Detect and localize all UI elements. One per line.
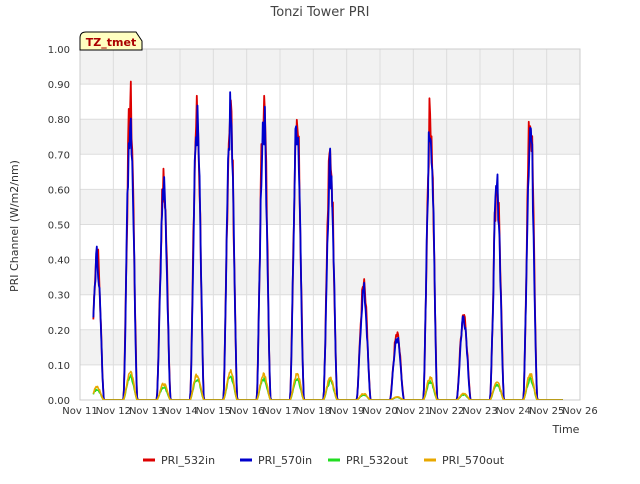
plot-band (80, 329, 580, 365)
x-axis-label: Time (552, 423, 580, 436)
plot-band (80, 294, 580, 330)
plot-band (80, 259, 580, 295)
x-tick-label: Nov 11 (62, 406, 97, 417)
y-tick-label: 0.20 (48, 326, 70, 337)
y-tick-label: 0.90 (48, 80, 70, 91)
x-tick-label: Nov 19 (329, 406, 364, 417)
x-axis-ticks: Nov 11Nov 12Nov 13Nov 14Nov 15Nov 16Nov … (62, 406, 597, 417)
plot-band (80, 84, 580, 120)
y-tick-label: 0.10 (48, 361, 70, 372)
chart-title: Tonzi Tower PRI (270, 5, 370, 20)
x-tick-label: Nov 25 (529, 406, 564, 417)
x-tick-label: Nov 23 (462, 406, 497, 417)
legend-label: PRI_532in (161, 454, 215, 467)
chart-container: 0.00 0.10 0.20 0.30 0.40 0.50 0.60 0.70 0.80 0.90… (0, 0, 640, 480)
x-tick-label: Nov 14 (162, 406, 197, 417)
y-axis-label: PRI Channel (W/m2/nm) (8, 160, 21, 292)
y-tick-label: 0.80 (48, 115, 70, 126)
y-tick-label: 0.60 (48, 185, 70, 196)
x-tick-label: Nov 20 (362, 406, 397, 417)
x-tick-label: Nov 16 (229, 406, 264, 417)
x-tick-label: Nov 24 (496, 406, 531, 417)
y-tick-label: 0.30 (48, 291, 70, 302)
pri-line-chart: 0.000.100.200.300.400.500.600.700.800.90… (0, 0, 640, 480)
y-tick-label: 0.70 (48, 150, 70, 161)
legend-label: PRI_532out (346, 454, 409, 467)
x-tick-label: Nov 18 (296, 406, 331, 417)
annotation-box: TZ_tmet (79, 31, 143, 51)
y-tick-label: 1.00 (48, 45, 70, 56)
x-tick-label: Nov 26 (562, 406, 597, 417)
y-tick-label: 0.50 (48, 221, 70, 232)
plot-band (80, 224, 580, 260)
x-tick-label: Nov 17 (262, 406, 297, 417)
x-tick-label: Nov 13 (129, 406, 164, 417)
annotation-label: TZ_tmet (86, 36, 136, 49)
x-tick-label: Nov 21 (396, 406, 431, 417)
x-tick-label: Nov 12 (96, 406, 131, 417)
plot-band (80, 49, 580, 85)
plot-band (80, 189, 580, 225)
legend-label: PRI_570in (258, 454, 312, 467)
x-tick-label: Nov 22 (429, 406, 464, 417)
legend-label: PRI_570out (442, 454, 505, 467)
y-tick-label: 0.40 (48, 256, 70, 267)
x-tick-label: Nov 15 (196, 406, 231, 417)
